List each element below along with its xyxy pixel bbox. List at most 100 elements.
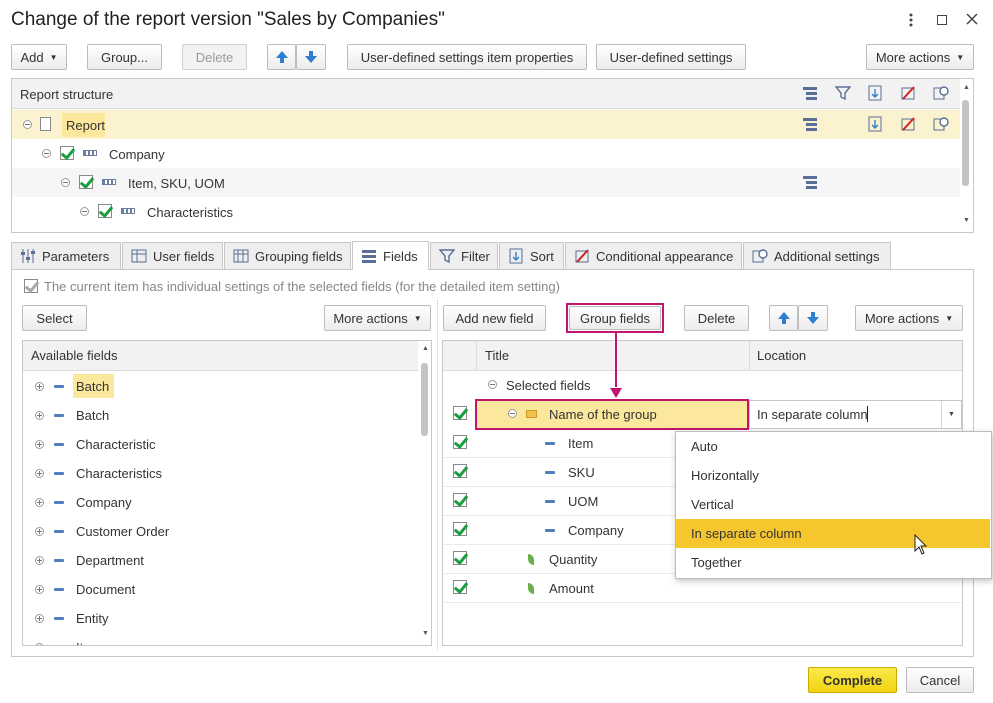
selected-field-title: Quantity	[549, 552, 598, 567]
collapse-icon[interactable]	[61, 178, 70, 187]
expand-icon[interactable]	[35, 527, 44, 536]
collapse-icon[interactable]	[80, 207, 89, 216]
characteristics-checkbox[interactable]	[98, 204, 112, 218]
available-field-row[interactable]: Item	[23, 633, 418, 645]
tab-filter[interactable]: Filter	[430, 242, 498, 269]
collapse-icon[interactable]	[508, 409, 517, 418]
scroll-thumb[interactable]	[421, 363, 428, 436]
location-option[interactable]: Together	[676, 548, 990, 577]
group-button[interactable]: Group...	[87, 44, 162, 70]
location-option[interactable]: Auto	[676, 432, 990, 461]
available-field-row[interactable]: Batch	[23, 372, 418, 401]
tab-label: Parameters	[42, 248, 110, 264]
tab-sort[interactable]: Sort	[499, 242, 564, 269]
selected-field-title: Item	[568, 436, 594, 451]
tab-grouping-fields[interactable]: Grouping fields	[224, 242, 351, 269]
selected-header	[443, 341, 962, 371]
expand-icon[interactable]	[35, 411, 44, 420]
available-field-row[interactable]: Customer Order	[23, 517, 418, 546]
item-properties-button[interactable]: User-defined settings item properties	[347, 44, 587, 70]
company-checkbox[interactable]	[60, 146, 74, 160]
field-icon	[54, 617, 64, 620]
available-field-row[interactable]: Department	[23, 546, 418, 575]
available-field-row[interactable]: Entity	[23, 604, 418, 633]
expand-icon[interactable]	[35, 643, 44, 645]
expand-icon[interactable]	[35, 498, 44, 507]
field-checkbox[interactable]	[453, 551, 467, 565]
individual-settings-checkbox[interactable]	[24, 279, 38, 293]
expand-icon[interactable]	[35, 556, 44, 565]
available-field-row[interactable]: Characteristic	[23, 430, 418, 459]
folder-icon	[526, 410, 537, 418]
tab-parameters[interactable]: Parameters	[11, 242, 121, 269]
available-field-row[interactable]: Characteristics	[23, 459, 418, 488]
more-actions-left-button[interactable]: More actions ▼	[324, 305, 431, 331]
structure-row-label: Report	[66, 118, 106, 133]
tab-additional-settings[interactable]: Additional settings	[743, 242, 891, 269]
more-actions-right-button[interactable]: More actions ▼	[855, 305, 963, 331]
scroll-down-icon[interactable]: ▼	[963, 217, 970, 224]
add-new-field-button[interactable]: Add new field	[443, 305, 546, 331]
item-sku-checkbox[interactable]	[79, 175, 93, 189]
location-option[interactable]: In separate column	[676, 519, 990, 548]
move-down-button[interactable]	[296, 44, 326, 70]
expand-icon[interactable]	[35, 440, 44, 449]
field-up-button[interactable]	[769, 305, 798, 331]
field-checkbox[interactable]	[453, 580, 467, 594]
close-icon[interactable]	[965, 12, 979, 26]
expand-icon[interactable]	[35, 469, 44, 478]
tab-fields[interactable]: Fields	[352, 241, 429, 270]
structure-scrollbar[interactable]: ▲ ▼	[960, 80, 972, 231]
expand-icon[interactable]	[35, 614, 44, 623]
tab-label: Fields	[383, 248, 418, 264]
available-field-label: Company	[76, 495, 132, 510]
tab-user-fields[interactable]: User fields	[122, 242, 223, 269]
location-option[interactable]: Horizontally	[676, 461, 990, 490]
field-checkbox[interactable]	[453, 464, 467, 478]
delete-button[interactable]: Delete	[182, 44, 247, 70]
scroll-up-icon[interactable]: ▲	[963, 84, 970, 91]
move-up-button[interactable]	[267, 44, 296, 70]
collapse-icon[interactable]	[23, 120, 32, 129]
cancel-button[interactable]: Cancel	[906, 667, 974, 693]
more-actions-button[interactable]: More actions ▼	[866, 44, 974, 70]
tab-conditional-appearance[interactable]: Conditional appearance	[565, 242, 742, 269]
collapse-icon[interactable]	[488, 380, 497, 389]
location-dropdown-button[interactable]: ▼	[941, 401, 961, 428]
field-checkbox[interactable]	[453, 406, 467, 420]
select-button[interactable]: Select	[22, 305, 87, 331]
scroll-down-icon[interactable]: ▼	[422, 630, 429, 637]
filter-icon	[438, 248, 456, 264]
field-icon	[545, 500, 555, 503]
location-option[interactable]: Vertical	[676, 490, 990, 519]
available-field-row[interactable]: Document	[23, 575, 418, 604]
selected-root-label: Selected fields	[506, 378, 591, 393]
maximize-icon[interactable]	[937, 15, 947, 25]
available-field-label: Batch	[76, 379, 110, 394]
caret-down-icon: ▼	[948, 411, 955, 418]
available-field-row[interactable]: Company	[23, 488, 418, 517]
field-checkbox[interactable]	[453, 493, 467, 507]
field-checkbox[interactable]	[453, 522, 467, 536]
available-field-row[interactable]: Batch	[23, 401, 418, 430]
expand-icon[interactable]	[35, 382, 44, 391]
field-checkbox[interactable]	[453, 435, 467, 449]
scroll-up-icon[interactable]: ▲	[422, 345, 429, 352]
user-settings-button[interactable]: User-defined settings	[596, 44, 746, 70]
document-icon	[40, 117, 51, 131]
complete-button[interactable]: Complete	[808, 667, 897, 693]
add-button[interactable]: Add ▼	[11, 44, 67, 70]
expand-icon[interactable]	[35, 585, 44, 594]
field-icon	[54, 501, 64, 504]
grouping-column-icon	[802, 85, 818, 101]
available-scrollbar[interactable]: ▲ ▼	[419, 341, 431, 645]
selected-field-title: Company	[568, 523, 624, 538]
delete-field-button[interactable]: Delete	[684, 305, 749, 331]
more-vertical-icon[interactable]	[905, 12, 917, 28]
location-column-header: Location	[757, 348, 807, 363]
structure-row-label: Characteristics	[147, 205, 233, 220]
field-down-button[interactable]	[798, 305, 828, 331]
collapse-icon[interactable]	[42, 149, 51, 158]
scroll-thumb[interactable]	[962, 100, 969, 186]
structure-row-label: Item, SKU, UOM	[128, 176, 225, 191]
